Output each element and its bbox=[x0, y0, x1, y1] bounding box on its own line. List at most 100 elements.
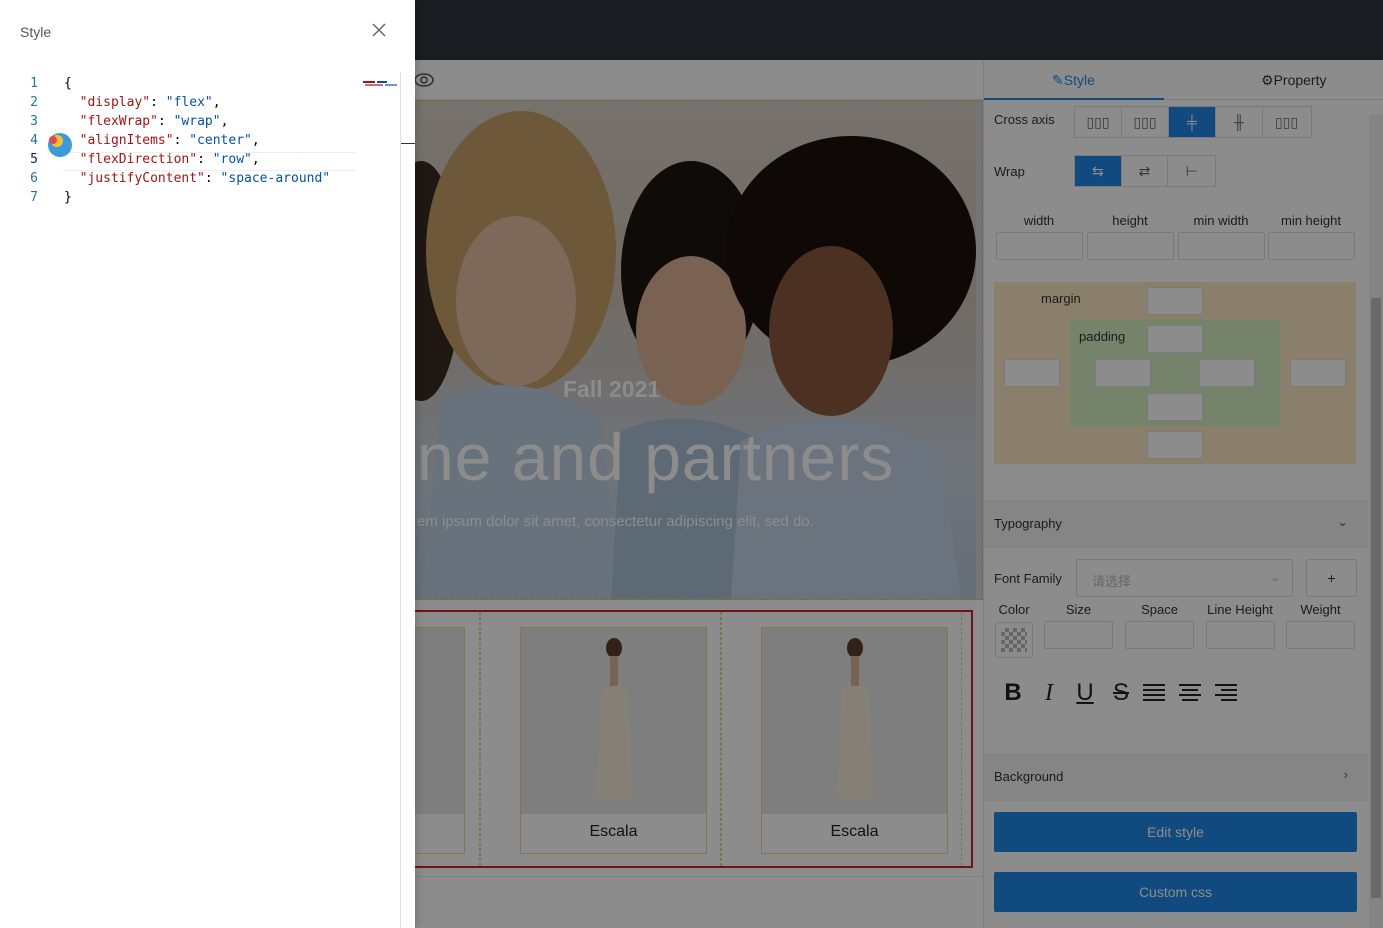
product-image bbox=[762, 628, 947, 814]
gear-icon: ⚙ bbox=[1261, 72, 1274, 88]
nowrap-icon[interactable]: ⊢ bbox=[1168, 156, 1215, 186]
code-line: 1 { bbox=[0, 76, 401, 95]
code-text: "alignItems": "center", bbox=[79, 133, 260, 148]
lightbulb-icon[interactable] bbox=[46, 131, 74, 159]
product-name: Escala bbox=[830, 823, 879, 840]
align-stretch-icon[interactable]: ▯▯▯ bbox=[1263, 107, 1310, 137]
margin-label: margin bbox=[1041, 291, 1081, 306]
italic-icon[interactable]: I bbox=[1034, 678, 1064, 708]
width-input[interactable] bbox=[996, 232, 1083, 260]
tab-label: Property bbox=[1273, 72, 1327, 88]
min-width-input[interactable] bbox=[1178, 232, 1265, 260]
product-column[interactable]: Escala bbox=[721, 612, 962, 866]
panel-tabs: ✎Style ⚙Property bbox=[984, 60, 1383, 100]
code-line: 7 } bbox=[0, 190, 401, 209]
font-family-label: Font Family bbox=[994, 571, 1062, 586]
close-icon[interactable] bbox=[369, 20, 389, 40]
edit-icon: ✎ bbox=[1052, 72, 1064, 88]
typography-title: Typography bbox=[994, 516, 1062, 531]
color-picker[interactable] bbox=[995, 622, 1033, 658]
product-grid[interactable]: Escala Escala bbox=[278, 610, 973, 868]
background-title: Background bbox=[994, 769, 1064, 784]
wrap-group: ⇆ ⇄ ⊢ bbox=[1074, 155, 1216, 187]
align-end-icon[interactable]: ▯▯▯ bbox=[1122, 107, 1169, 137]
font-family-placeholder: 请选择 bbox=[1092, 574, 1132, 589]
height-label: height bbox=[1112, 213, 1148, 228]
product-image bbox=[521, 628, 706, 814]
hero-title: ne and partners bbox=[417, 420, 895, 494]
line-height-input[interactable] bbox=[1206, 621, 1275, 649]
align-right-icon[interactable] bbox=[1214, 682, 1238, 704]
json-key: "justifyContent" bbox=[79, 171, 205, 186]
edit-style-button[interactable]: Edit style bbox=[994, 812, 1357, 852]
min-width-label: min width bbox=[1193, 213, 1249, 228]
margin-left-input[interactable] bbox=[1004, 359, 1060, 387]
cross-axis-label: Cross axis bbox=[994, 112, 1055, 127]
font-size-input[interactable] bbox=[1044, 621, 1113, 649]
padding-box: padding bbox=[1070, 320, 1280, 426]
padding-bottom-input[interactable] bbox=[1147, 393, 1203, 421]
scroll-thumb[interactable] bbox=[1371, 298, 1381, 898]
padding-left-input[interactable] bbox=[1095, 359, 1151, 387]
align-baseline-icon[interactable]: ╫ bbox=[1216, 107, 1263, 137]
tab-indicator bbox=[984, 98, 1164, 100]
underline-icon[interactable]: U bbox=[1070, 678, 1100, 708]
min-height-input[interactable] bbox=[1268, 232, 1355, 260]
product-name: Escala bbox=[589, 823, 638, 840]
product-card[interactable]: Escala bbox=[761, 627, 948, 854]
line-number: 2 bbox=[30, 95, 38, 110]
tab-label: Style bbox=[1063, 72, 1095, 88]
width-label: width bbox=[1023, 213, 1055, 228]
json-value: "flex" bbox=[165, 95, 213, 110]
height-input[interactable] bbox=[1087, 232, 1174, 260]
letter-spacing-input[interactable] bbox=[1125, 621, 1194, 649]
margin-bottom-input[interactable] bbox=[1147, 431, 1203, 459]
padding-top-input[interactable] bbox=[1147, 325, 1203, 353]
json-value: "row" bbox=[212, 152, 252, 167]
box-model: margin padding bbox=[994, 282, 1356, 464]
line-number: 6 bbox=[30, 171, 38, 186]
wrap-icon[interactable]: ⇆ bbox=[1075, 156, 1122, 186]
code-editor[interactable]: 1 { 2 "display": "flex", 3 "flexWrap": "… bbox=[0, 72, 401, 928]
chevron-down-icon: ⌄ bbox=[1337, 514, 1348, 529]
background-header[interactable]: Background › bbox=[984, 753, 1368, 801]
padding-label: padding bbox=[1079, 329, 1126, 344]
custom-css-button[interactable]: Custom css bbox=[994, 872, 1357, 912]
style-drawer: Style 1 { 2 "display": "flex", 3 "flexWr… bbox=[0, 0, 415, 928]
color-label: Color bbox=[998, 602, 1030, 617]
align-start-icon[interactable]: ▯▯▯ bbox=[1075, 107, 1122, 137]
code-text: } bbox=[64, 190, 72, 205]
json-value: "space-around" bbox=[220, 171, 331, 186]
weight-label: Weight bbox=[1300, 602, 1341, 617]
line-number: 3 bbox=[30, 114, 38, 129]
json-value: "center" bbox=[189, 133, 252, 148]
margin-top-input[interactable] bbox=[1147, 287, 1203, 315]
wrap-reverse-icon[interactable]: ⇄ bbox=[1122, 156, 1169, 186]
font-family-select[interactable]: 请选择 ⌄ bbox=[1076, 559, 1293, 597]
align-left-icon[interactable] bbox=[1142, 682, 1166, 704]
align-center-icon[interactable] bbox=[1178, 682, 1202, 704]
bold-icon[interactable]: B bbox=[998, 678, 1028, 708]
product-card[interactable]: Escala bbox=[520, 627, 707, 854]
typography-header[interactable]: Typography ⌄ bbox=[984, 500, 1368, 548]
add-font-button[interactable]: + bbox=[1306, 559, 1357, 597]
eye-icon[interactable] bbox=[414, 71, 434, 89]
margin-right-input[interactable] bbox=[1290, 359, 1346, 387]
line-number: 1 bbox=[30, 76, 38, 91]
json-value: "wrap" bbox=[173, 114, 221, 129]
code-line: 6 "justifyContent": "space-around" bbox=[0, 171, 401, 190]
tab-property[interactable]: ⚙Property bbox=[1261, 60, 1326, 100]
padding-right-input[interactable] bbox=[1199, 359, 1255, 387]
hero-body: em ipsum dolor sit amet, consectetur adi… bbox=[417, 513, 814, 530]
scrollbar[interactable] bbox=[1369, 114, 1383, 928]
tab-style[interactable]: ✎Style bbox=[1052, 60, 1095, 100]
transparent-swatch bbox=[1001, 628, 1027, 652]
strikethrough-icon[interactable]: S bbox=[1106, 678, 1136, 708]
cross-axis-group: ▯▯▯ ▯▯▯ ╪ ╫ ▯▯▯ bbox=[1074, 106, 1312, 138]
font-weight-input[interactable] bbox=[1286, 621, 1355, 649]
align-center-icon[interactable]: ╪ bbox=[1169, 107, 1216, 137]
json-key: "display" bbox=[79, 95, 151, 110]
code-text: { bbox=[64, 76, 72, 91]
line-height-label: Line Height bbox=[1207, 602, 1273, 617]
product-column[interactable]: Escala bbox=[480, 612, 721, 866]
